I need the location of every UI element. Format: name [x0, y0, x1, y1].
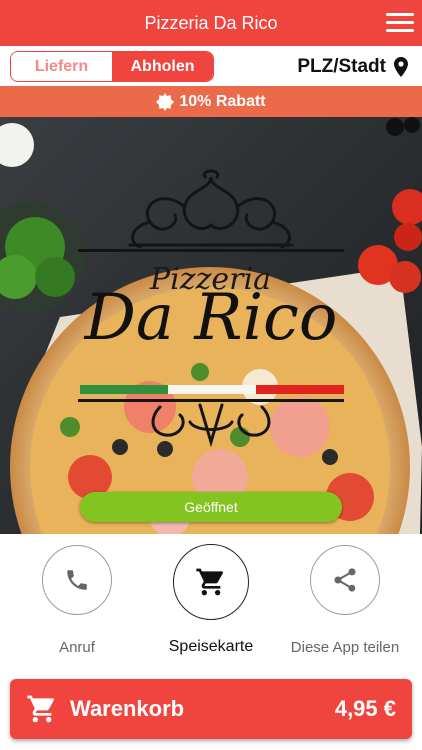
hero-image: Pizzeria Da Rico [0, 117, 422, 534]
call-label: Anruf [59, 639, 95, 656]
call-action[interactable]: Anruf [7, 545, 147, 656]
shopping-cart-icon [27, 695, 54, 723]
phone-icon [67, 570, 87, 590]
app-header: Pizzeria Da Rico [0, 0, 422, 46]
share-button[interactable] [310, 545, 380, 615]
menu-label: Speisekarte [168, 638, 254, 655]
tab-liefern[interactable]: Liefern [11, 52, 112, 81]
app-title: Pizzeria Da Rico [144, 13, 278, 33]
call-button[interactable] [42, 545, 112, 615]
menu-action[interactable]: Speisekarte [141, 544, 281, 656]
location-pin-icon [394, 57, 408, 77]
hamburger-menu-icon[interactable] [386, 11, 414, 35]
menu-button[interactable] [173, 544, 249, 620]
logo-name-text: Da Rico [84, 281, 338, 355]
shopping-cart-icon [196, 568, 223, 596]
cart-label: Warenkorb [70, 696, 185, 721]
share-label: Diese App teilen [290, 639, 400, 656]
cart-button[interactable]: Warenkorb 4,95 € [10, 679, 412, 739]
share-icon [334, 568, 356, 592]
tab-abholen[interactable]: Abholen [112, 52, 213, 81]
pizza-background-image: Pizzeria Da Rico [0, 117, 422, 534]
discount-banner: 10% Rabatt [0, 86, 422, 117]
badge-icon [156, 92, 175, 111]
location-selector[interactable]: PLZ/Stadt [297, 55, 408, 79]
location-label: PLZ/Stadt [297, 56, 386, 77]
open-status-button[interactable]: Geöffnet [80, 492, 342, 522]
order-mode-toggle: Liefern Abholen [10, 51, 214, 82]
share-action[interactable]: Diese App teilen [275, 545, 415, 656]
discount-text: 10% Rabatt [179, 92, 266, 110]
cart-total: 4,95 € [334, 696, 396, 721]
